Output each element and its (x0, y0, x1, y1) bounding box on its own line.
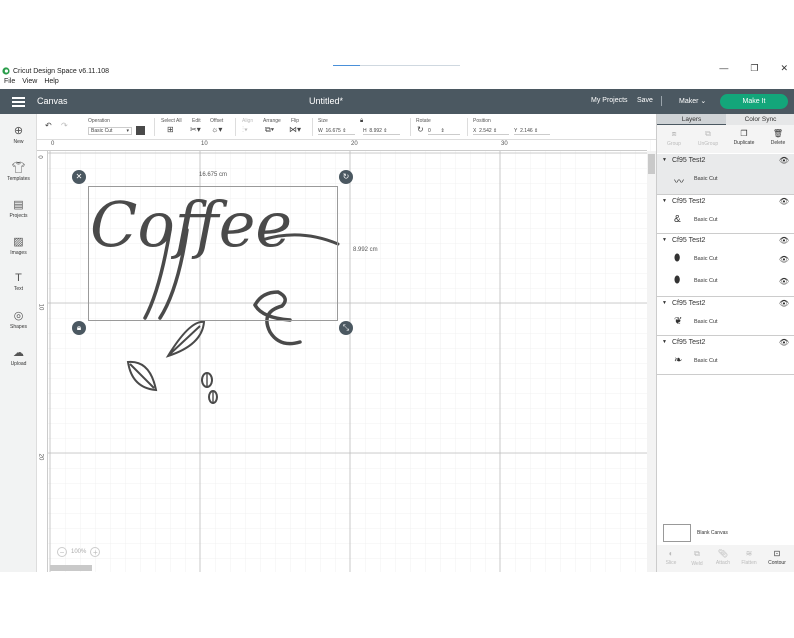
slice-icon: ◐ (668, 549, 674, 558)
rotate-handle-icon[interactable]: ↻ (339, 170, 353, 184)
layer-group-name: Cf95 Test2 (672, 300, 706, 307)
layer-name: Basic Cut (694, 256, 718, 262)
eye-icon[interactable]: 👁︎ (779, 338, 789, 347)
paperclip-icon: 📎︎ (717, 549, 729, 558)
layer-group[interactable]: ▼ Cf95 Test2 👁︎ ⬮ Basic Cut 👁︎ ⬮ Basic Cut 👁︎ (657, 234, 794, 296)
layer-row[interactable]: ⬮ Basic Cut 👁︎ (657, 272, 794, 292)
height-dimension-readout: 8.992 cm (353, 247, 378, 253)
resize-handle-icon[interactable]: ⤡ (339, 321, 353, 335)
flatten-icon: ≋ (745, 549, 753, 558)
weld-button[interactable]: ⧉ Weld (685, 549, 709, 567)
cricut-design-space-window: Cricut Design Space v6.11.108 — ❐ ✕ File… (0, 0, 794, 638)
layer-group[interactable]: ▼ Cf95 Test2 👁︎ 〰 Basic Cut (657, 154, 794, 194)
ungroup-label: UnGroup (697, 141, 719, 147)
delete-handle-close-icon[interactable]: ✕ (72, 170, 86, 184)
eye-icon[interactable]: 👁︎ (779, 197, 789, 206)
duplicate-icon: ❐ (740, 129, 748, 138)
layer-row[interactable]: ⬮ Basic Cut 👁︎ (657, 250, 794, 270)
blank-canvas-swatch[interactable] (663, 524, 691, 542)
eye-icon[interactable]: 👁︎ (779, 255, 789, 264)
layer-name: Basic Cut (694, 176, 718, 182)
layer-row[interactable]: ❦ Basic Cut (657, 313, 794, 333)
attach-label: Attach (715, 560, 731, 566)
delete-button[interactable]: 🗑︎ Delete (763, 129, 793, 146)
layer-group-header[interactable]: ▼ Cf95 Test2 👁︎ (657, 154, 794, 168)
divider (657, 374, 794, 375)
eye-icon[interactable]: 👁︎ (779, 156, 789, 165)
bottom-actions-bar: ◐ Slice ⧉ Weld 📎︎ Attach ≋ Flatten ⊡ Contour (657, 545, 794, 572)
collapse-triangle-icon[interactable]: ▼ (662, 237, 667, 243)
ungroup-button[interactable]: ⧉ UnGroup (693, 129, 723, 147)
collapse-triangle-icon[interactable]: ▼ (662, 339, 667, 345)
layer-actions-bar: ⧈ Group ⧉ UnGroup ❐ Duplicate 🗑︎ Delete (657, 125, 794, 153)
contour-button[interactable]: ⊡ Contour (765, 549, 789, 566)
layer-row[interactable]: ❧ Basic Cut (657, 352, 794, 372)
layer-name: Basic Cut (694, 278, 718, 284)
coffee-bean-icon: ⬮ (674, 275, 681, 286)
layer-group[interactable]: ▼ Cf95 Test2 👁︎ ❧ Basic Cut (657, 336, 794, 374)
layer-row[interactable]: & Basic Cut (657, 211, 794, 231)
ungroup-icon: ⧉ (705, 129, 711, 138)
layer-group-header[interactable]: ▼ Cf95 Test2 👁︎ (657, 234, 794, 248)
eye-icon[interactable]: 👁︎ (779, 236, 789, 245)
layer-group-header[interactable]: ▼ Cf95 Test2 👁︎ (657, 297, 794, 311)
collapse-triangle-icon[interactable]: ▼ (662, 157, 667, 163)
leaf-icon: ❧ (674, 355, 683, 366)
width-dimension-readout: 16.675 cm (199, 172, 228, 178)
eye-icon[interactable]: 👁︎ (779, 299, 789, 308)
leaf-icon: ❦ (674, 316, 683, 327)
slice-button[interactable]: ◐ Slice (659, 549, 683, 566)
layer-group-header[interactable]: ▼ Cf95 Test2 👁︎ (657, 195, 794, 209)
trash-icon: 🗑︎ (772, 129, 784, 138)
attach-button[interactable]: 📎︎ Attach (711, 549, 735, 566)
contour-label: Contour (768, 560, 786, 566)
layer-name: Basic Cut (694, 319, 718, 325)
tab-color-sync[interactable]: Color Sync (726, 114, 794, 125)
leaf-shape[interactable] (126, 360, 158, 392)
layer-name: Basic Cut (694, 358, 718, 364)
tab-layers[interactable]: Layers (657, 114, 726, 125)
flatten-button[interactable]: ≋ Flatten (737, 549, 761, 566)
layer-thumbnail-icon: & (674, 214, 681, 225)
layer-group-name: Cf95 Test2 (672, 339, 706, 346)
slice-label: Slice (665, 560, 677, 566)
coffee-bean-icon: ⬮ (674, 253, 681, 264)
layer-group-name: Cf95 Test2 (672, 237, 706, 244)
layer-group[interactable]: ▼ Cf95 Test2 👁︎ & Basic Cut (657, 195, 794, 233)
group-label: Group (667, 141, 681, 147)
layer-group-header[interactable]: ▼ Cf95 Test2 👁︎ (657, 336, 794, 350)
layer-group-name: Cf95 Test2 (672, 157, 706, 164)
layer-name: Basic Cut (694, 217, 718, 223)
eye-icon[interactable]: 👁︎ (779, 277, 789, 286)
collapse-triangle-icon[interactable]: ▼ (662, 300, 667, 306)
contour-icon: ⊡ (773, 549, 781, 558)
leaf-shape[interactable] (165, 320, 206, 358)
selection-bounding-box[interactable] (88, 186, 338, 321)
weld-icon: ⧉ (694, 549, 700, 558)
group-icon: ⧈ (671, 129, 677, 138)
lock-handle-icon[interactable]: 🔒︎ (72, 321, 86, 335)
duplicate-label: Duplicate (733, 140, 755, 146)
flatten-label: Flatten (741, 560, 757, 566)
panel-tabs: Layers Color Sync (657, 114, 794, 125)
layer-row[interactable]: 〰 Basic Cut (657, 170, 794, 190)
layer-group-name: Cf95 Test2 (672, 198, 706, 205)
duplicate-button[interactable]: ❐ Duplicate (729, 129, 759, 146)
blank-canvas-label: Blank Canvas (697, 530, 728, 536)
collapse-triangle-icon[interactable]: ▼ (662, 198, 667, 204)
delete-label: Delete (770, 140, 786, 146)
layer-group[interactable]: ▼ Cf95 Test2 👁︎ ❦ Basic Cut (657, 297, 794, 335)
weld-label: Weld (691, 561, 703, 567)
layer-thumbnail-icon: 〰 (674, 177, 684, 188)
group-button[interactable]: ⧈ Group (659, 129, 689, 147)
layers-panel: Layers Color Sync ⧈ Group ⧉ UnGroup ❐ Dupli… (656, 114, 794, 572)
